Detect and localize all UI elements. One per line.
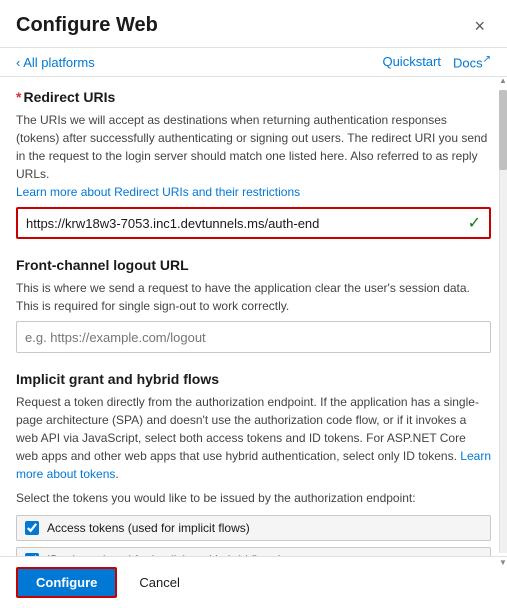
implicit-grant-section: Implicit grant and hybrid flows Request …	[16, 371, 491, 556]
required-star: *	[16, 89, 21, 105]
redirect-uris-link[interactable]: Learn more about Redirect URIs and their…	[16, 185, 300, 199]
configure-web-dialog: Configure Web × ‹ All platforms Quicksta…	[0, 0, 507, 608]
close-button[interactable]: ×	[468, 15, 491, 37]
access-tokens-checkbox[interactable]	[25, 521, 39, 535]
logout-url-input[interactable]	[16, 321, 491, 353]
nav-right: Quickstart Docs↗	[382, 54, 491, 70]
docs-link[interactable]: Docs↗	[453, 54, 491, 70]
dialog-nav: ‹ All platforms Quickstart Docs↗	[0, 48, 507, 77]
logout-url-section: Front-channel logout URL This is where w…	[16, 257, 491, 353]
redirect-uris-desc: The URIs we will accept as destinations …	[16, 111, 491, 201]
logout-url-desc: This is where we send a request to have …	[16, 279, 491, 315]
implicit-grant-desc: Request a token directly from the author…	[16, 393, 491, 483]
implicit-grant-title: Implicit grant and hybrid flows	[16, 371, 491, 387]
scroll-down-arrow[interactable]: ▼	[499, 558, 507, 567]
access-tokens-label: Access tokens (used for implicit flows)	[47, 521, 250, 535]
token-checkboxes: Access tokens (used for implicit flows) …	[16, 515, 491, 556]
scrollbar[interactable]: ▲ ▼	[499, 90, 507, 553]
check-icon: ✓	[468, 213, 481, 233]
all-platforms-link[interactable]: ‹ All platforms	[16, 55, 95, 70]
scrollbar-thumb[interactable]	[499, 90, 507, 170]
dialog-header: Configure Web ×	[0, 0, 507, 48]
redirect-uri-input-row: ✓	[16, 207, 491, 239]
configure-button[interactable]: Configure	[16, 567, 117, 598]
dialog-body: *Redirect URIs The URIs we will accept a…	[0, 77, 507, 556]
scroll-up-arrow[interactable]: ▲	[499, 76, 507, 85]
quickstart-link[interactable]: Quickstart	[382, 54, 441, 70]
select-tokens-label: Select the tokens you would like to be i…	[16, 489, 491, 507]
external-link-icon: ↗	[483, 54, 491, 65]
redirect-uri-input[interactable]	[26, 216, 462, 231]
logout-url-title: Front-channel logout URL	[16, 257, 491, 273]
id-tokens-item: ID tokens (used for implicit and hybrid …	[16, 547, 491, 556]
redirect-uris-title: *Redirect URIs	[16, 89, 491, 105]
cancel-button[interactable]: Cancel	[127, 569, 191, 596]
access-tokens-item: Access tokens (used for implicit flows)	[16, 515, 491, 541]
redirect-uris-section: *Redirect URIs The URIs we will accept a…	[16, 89, 491, 239]
dialog-title: Configure Web	[16, 14, 158, 37]
dialog-footer: Configure Cancel	[0, 556, 507, 608]
